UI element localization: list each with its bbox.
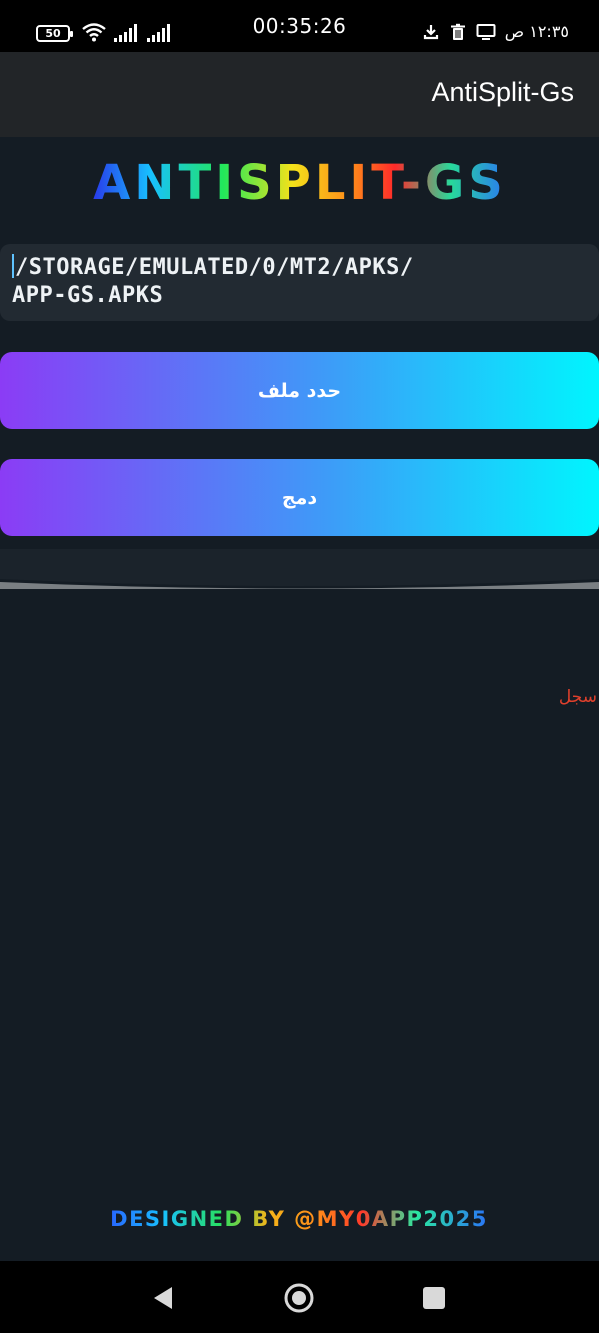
logo-text: ANTISPLIT-GS xyxy=(93,155,507,210)
merge-button[interactable]: دمج xyxy=(0,459,599,536)
app-logo: ANTISPLIT-GS xyxy=(93,155,507,210)
select-file-button[interactable]: حدد ملف xyxy=(0,352,599,429)
recents-icon[interactable] xyxy=(423,1287,445,1309)
status-bar: 50 00:35:26 ١٢:٣٥ ص xyxy=(0,0,599,52)
status-right-time: ١٢:٣٥ ص xyxy=(504,22,569,41)
footer-credit: DESIGNED BY @MY0APP2025 xyxy=(110,1207,488,1231)
wave-divider xyxy=(0,549,599,597)
file-path-line-2: app-Gs.apks xyxy=(12,283,164,308)
file-path-text-1: /storage/emulated/0/MT2/apks/ xyxy=(15,255,414,280)
home-icon[interactable] xyxy=(284,1283,314,1313)
cast-icon xyxy=(476,23,496,40)
file-path-input[interactable]: /storage/emulated/0/MT2/apks/ app-Gs.apk… xyxy=(0,244,599,321)
text-cursor xyxy=(12,254,14,278)
trash-icon xyxy=(450,23,465,40)
back-icon[interactable] xyxy=(150,1285,176,1311)
download-icon xyxy=(423,24,438,39)
footer-text: DESIGNED BY @MY0APP2025 xyxy=(110,1207,488,1231)
status-right-group: ١٢:٣٥ ص xyxy=(422,22,569,41)
navigation-bar xyxy=(0,1261,599,1333)
log-label: سجل xyxy=(558,687,597,707)
app-title: AntiSplit-Gs xyxy=(431,77,574,107)
file-path-line-1: /storage/emulated/0/MT2/apks/ xyxy=(12,254,587,282)
app-bar: AntiSplit-Gs xyxy=(0,52,599,137)
